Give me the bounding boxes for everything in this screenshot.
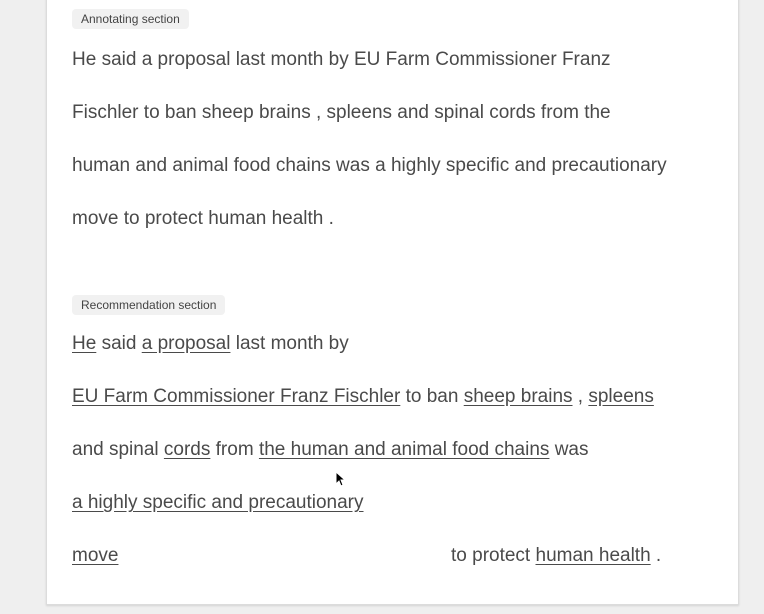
recommendation-line: a highly specific and precautionary (72, 491, 364, 515)
recommendation-chunk[interactable]: sheep brains (464, 386, 573, 407)
recommendation-line: EU Farm Commissioner Franz Fischler to b… (72, 385, 654, 409)
recommendation-chunk[interactable]: a proposal (142, 333, 231, 354)
recommendation-chunk[interactable]: the human and animal food chains (259, 439, 549, 460)
recommendation-chunk[interactable]: EU Farm Commissioner Franz Fischler (72, 386, 400, 407)
recommendation-chunk[interactable]: spleens (588, 386, 654, 407)
recommendation-section-tag: Recommendation section (72, 295, 226, 315)
recommendation-text: to ban (400, 386, 464, 407)
recommendation-chunk[interactable]: human health (536, 545, 651, 566)
recommendation-chunk[interactable]: move (72, 545, 118, 566)
recommendation-text: and spinal (72, 439, 164, 460)
recommendation-chunk[interactable]: cords (164, 439, 210, 460)
recommendation-line: He said a proposal last month by (72, 332, 349, 356)
annotation-card: Annotating section He said a proposal la… (46, 0, 739, 605)
mouse-pointer-icon (335, 471, 345, 487)
annotating-text: He said a proposal last month by EU Farm… (72, 49, 667, 229)
recommendation-line: to protect human health . (451, 544, 661, 568)
recommendation-chunk[interactable]: He (72, 333, 96, 354)
annotating-section-tag: Annotating section (72, 9, 189, 29)
recommendation-text: said (96, 333, 142, 354)
recommendation-text: to protect (451, 545, 536, 566)
recommendation-text: from (210, 439, 259, 460)
recommendation-text: last month by (230, 333, 349, 354)
recommendation-chunk[interactable]: a highly specific and precautionary (72, 492, 364, 513)
recommendation-text: was (549, 439, 589, 460)
recommendation-text: . (650, 545, 662, 566)
recommendation-line: and spinal cords from the human and anim… (72, 438, 589, 462)
recommendation-line: move (72, 544, 118, 568)
recommendation-text: , (572, 386, 589, 407)
